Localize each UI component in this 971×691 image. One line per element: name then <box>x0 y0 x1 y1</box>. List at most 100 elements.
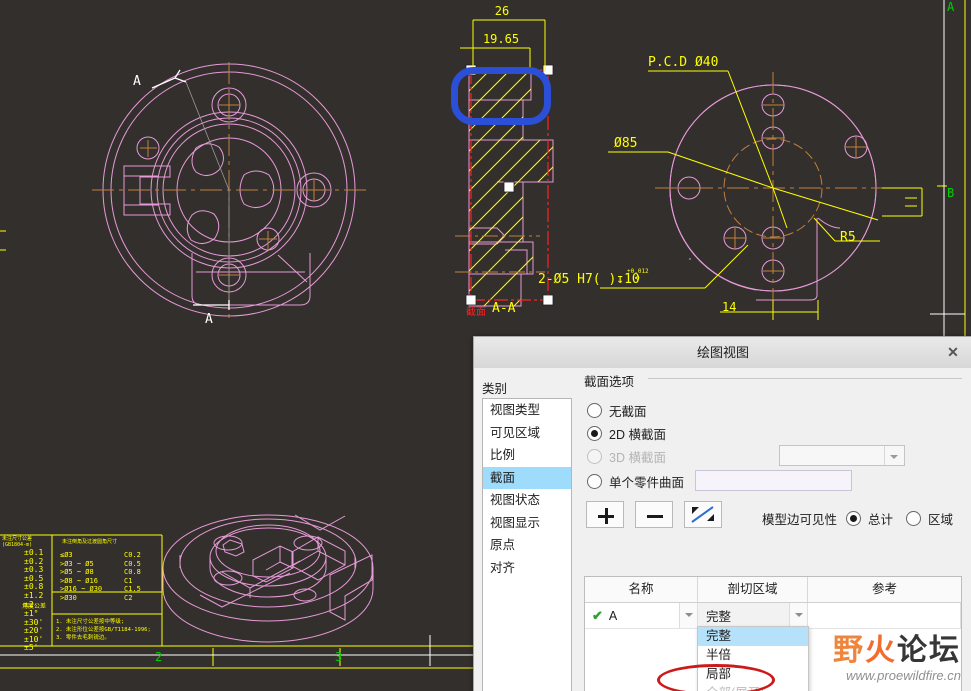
chamfer-size: >Ø8 ~ Ø16 <box>60 576 98 585</box>
option-2d-cross-section[interactable]: 2D 横截面 <box>587 424 666 443</box>
note-hole-2x5: 2-Ø5 H7( )↧10 <box>538 272 640 287</box>
sidebar-item-origin[interactable]: 原点 <box>483 534 571 557</box>
frame-label-b-right: B <box>947 186 955 200</box>
category-label: 类别 <box>482 382 508 396</box>
dim-19-65: 19.65 <box>482 32 520 46</box>
title-block-notes: 1. 未注尺寸公差按中等级; 2. 未注形位公差按GB/T1184-1996; … <box>56 618 151 642</box>
radio-3d-cross-section <box>587 449 602 464</box>
option-single-surface-label: 单个零件曲面 <box>609 476 685 490</box>
note-hole-text: 2-Ø5 H7( )↧10 <box>538 272 640 287</box>
radio-no-section[interactable] <box>587 403 602 418</box>
col-header-reference: 参考 <box>871 582 897 596</box>
view-front <box>102 63 356 317</box>
sidebar-item-visible-area[interactable]: 可见区域 <box>483 422 571 445</box>
view-right-hole-marks <box>679 104 867 272</box>
group-divider <box>584 373 962 384</box>
view-right-dimensions <box>600 70 923 320</box>
sidebar-item-scale[interactable]: 比例 <box>483 444 571 467</box>
section-options-group: 截面选项 <box>584 371 962 390</box>
blue-highlight-annotation <box>451 67 551 125</box>
add-section-button[interactable] <box>586 501 624 528</box>
arrow-tool-button[interactable] <box>684 501 722 528</box>
option-3d-label: 3D 横截面 <box>609 451 666 465</box>
radio-model-edge-area[interactable] <box>906 511 922 526</box>
dim-26: 26 <box>494 4 510 18</box>
cell-name[interactable]: ✔ A <box>585 603 698 628</box>
category-list[interactable]: 视图类型 可见区域 比例 截面 视图状态 视图显示 原点 对齐 <box>482 398 572 691</box>
tol-lower: 0 <box>636 275 640 282</box>
dim-14: 14 <box>722 300 737 314</box>
chevron-down-icon[interactable] <box>789 603 807 628</box>
check-icon: ✔ <box>592 607 603 623</box>
app-root: 26 19.65 截面 A-A A A P.C.D Ø40 Ø85 R5 14 … <box>0 0 971 691</box>
chamfer-val: C0.5 <box>124 559 141 568</box>
chamfer-size: >Ø5 ~ Ø8 <box>60 568 94 576</box>
sidebar-item-view-type[interactable]: 视图类型 <box>483 399 571 422</box>
cell-reference[interactable] <box>808 603 961 628</box>
remove-section-button[interactable] <box>635 501 673 528</box>
cell-cut-area[interactable]: 完整 <box>698 603 808 628</box>
option-no-section-label: 无截面 <box>609 405 647 419</box>
chamfer-val: C0.2 <box>124 551 141 559</box>
drawing-view-dialog[interactable]: 绘图视图 ✕ 类别 视图类型 可见区域 比例 截面 视图状态 视图显示 原点 对… <box>473 336 971 691</box>
title-block-tolerance-header: 未注尺寸公差 (GB1804-m) <box>2 536 32 548</box>
chamfer-size: >Ø3 ~ Ø5 <box>60 559 94 568</box>
dropdown-option-half[interactable]: 半倍 <box>698 646 808 665</box>
front-label-a-top: A <box>133 74 141 89</box>
option-3d-cross-section: 3D 横截面 <box>587 447 666 466</box>
chevron-down-icon[interactable] <box>679 603 697 628</box>
title-block-angle-values: ±1° ±30' ±20' ±10' ±5' <box>24 609 43 653</box>
dialog-titlebar[interactable]: 绘图视图 ✕ <box>474 337 971 369</box>
section-dimensions <box>460 19 546 72</box>
chamfer-size: >Ø30 <box>60 593 77 602</box>
dropdown-option-all-unfold: 全部(展开) <box>698 684 808 691</box>
view-right <box>669 84 877 301</box>
view-isometric <box>162 514 374 643</box>
note-line: 1. 未注尺寸公差按中等级; <box>56 619 125 625</box>
radio-2d-cross-section[interactable] <box>587 426 602 441</box>
section-arrow-A <box>151 69 230 310</box>
note-line: 3. 零件去毛刺锐边。 <box>56 635 110 641</box>
section-caption-name: A-A <box>492 301 516 316</box>
col-header-cut-area: 剖切区域 <box>698 577 808 602</box>
arrow-tool-icon <box>691 506 714 523</box>
note-pcd: P.C.D Ø40 <box>648 55 719 70</box>
table-header: 名称 剖切区域 参考 <box>585 577 961 603</box>
frame-label-a-right: A <box>947 0 955 14</box>
model-edge-total-label: 总计 <box>868 513 894 527</box>
frame-label-3-bottom: 3 <box>335 650 343 664</box>
chamfer-val: C1.5 <box>124 585 141 593</box>
note-diameter-85: Ø85 <box>614 136 638 151</box>
front-label-a-bottom: A <box>205 312 213 327</box>
chamfer-val: C1 <box>124 576 133 585</box>
note-hole-tolerance: +0.012 0 <box>627 268 649 282</box>
tol-upper: +0.012 <box>627 268 649 275</box>
model-edge-visibility-row: 模型边可见性 总计 区域 <box>762 509 953 528</box>
3d-cross-section-combo <box>779 445 905 466</box>
view-right-centerlines <box>655 72 890 305</box>
view-front-hole-marks <box>140 95 325 286</box>
cut-area-dropdown[interactable]: 完整 半倍 局部 全部(展开) 全部(对齐) <box>697 626 809 691</box>
radio-model-edge-total[interactable] <box>846 511 862 526</box>
sidebar-item-view-state[interactable]: 视图状态 <box>483 489 571 512</box>
section-centerlines <box>455 235 545 273</box>
sidebar-item-alignment[interactable]: 对齐 <box>483 557 571 580</box>
chamfer-size: >Ø16 ~ Ø30 <box>60 585 103 593</box>
dialog-body: 类别 视图类型 可见区域 比例 截面 视图状态 视图显示 原点 对齐 截面选项 … <box>474 368 971 691</box>
single-surface-input[interactable] <box>695 470 852 491</box>
close-icon[interactable]: ✕ <box>944 337 962 368</box>
dropdown-option-local[interactable]: 局部 <box>698 665 808 684</box>
option-2d-label: 2D 横截面 <box>609 428 666 442</box>
frame-label-2-bottom: 2 <box>155 650 163 664</box>
sidebar-item-view-display[interactable]: 视图显示 <box>483 512 571 535</box>
title-block-chamfer-right: C0.2 C0.5 C0.8 C1 C1.5 C2 <box>124 551 141 602</box>
sidebar-item-section[interactable]: 截面 <box>483 466 571 489</box>
model-edge-area-label: 区域 <box>928 513 954 527</box>
dropdown-option-full[interactable]: 完整 <box>698 627 808 646</box>
option-no-section[interactable]: 无截面 <box>587 401 647 420</box>
option-single-part-surface[interactable]: 单个零件曲面 <box>587 472 684 491</box>
title-block-chamfer-left: ≤Ø3 >Ø3 ~ Ø5 >Ø5 ~ Ø8 >Ø8 ~ Ø16 >Ø16 ~ Ø… <box>60 551 102 602</box>
radio-single-part-surface[interactable] <box>587 474 602 489</box>
chamfer-val: C0.8 <box>124 568 141 576</box>
ang-row: ±5' <box>24 643 39 653</box>
